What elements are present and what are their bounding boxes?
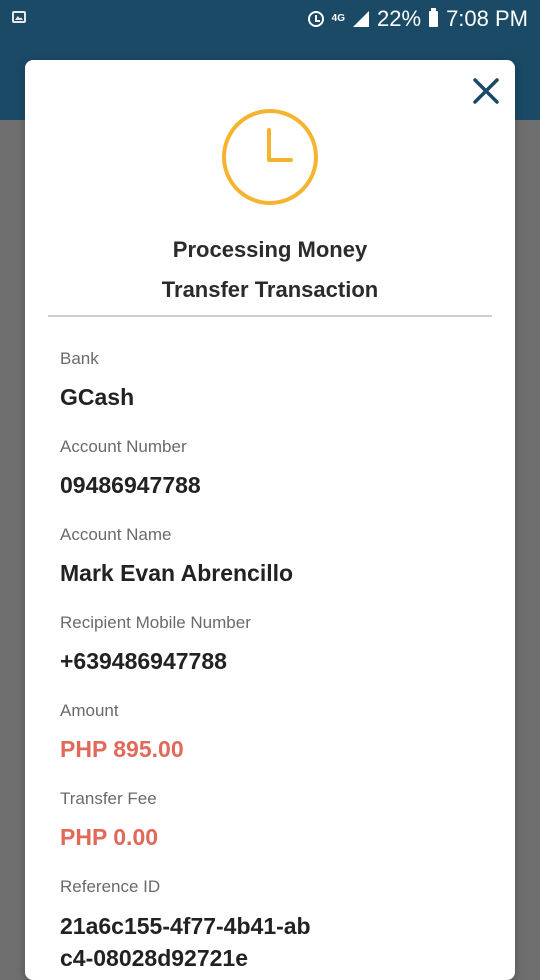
field-value: Mark Evan Abrencillo xyxy=(60,560,294,586)
field-account-name: Account Name Mark Evan Abrencillo xyxy=(60,524,293,588)
field-transfer-fee: Transfer Fee PHP 0.00 xyxy=(60,788,158,852)
reference-id-value: 21a6c155-4f77-4b41-abc4-08028d92721e xyxy=(60,913,311,971)
field-value: 09486947788 xyxy=(60,472,201,498)
transaction-modal: Processing Money Transfer Transaction Ba… xyxy=(25,60,515,980)
title-line-1: Processing Money xyxy=(172,237,368,262)
status-bar: 4G 22% 7:08 PM xyxy=(0,0,540,38)
field-label: Recipient Mobile Number xyxy=(60,613,251,632)
network-type: 4G xyxy=(331,13,346,24)
field-label: Amount xyxy=(60,701,119,720)
image-icon xyxy=(12,11,26,23)
field-label: Bank xyxy=(60,349,99,368)
fee-value: PHP 0.00 xyxy=(60,824,159,850)
field-reference-id: Reference ID 21a6c155-4f77-4b41-abc4-080… xyxy=(60,876,320,974)
field-bank: Bank GCash xyxy=(60,348,134,412)
close-icon[interactable] xyxy=(471,76,501,106)
field-amount: Amount PHP 895.00 xyxy=(60,700,184,764)
alarm-icon xyxy=(307,11,324,27)
battery-percent: 22% xyxy=(377,6,422,31)
field-value: GCash xyxy=(60,384,135,410)
title-line-2: Transfer Transaction xyxy=(161,277,379,302)
field-label: Account Name xyxy=(60,525,172,544)
clock-time: 7:08 PM xyxy=(446,6,528,31)
divider xyxy=(48,315,492,317)
field-value: +639486947788 xyxy=(60,648,227,674)
close-button[interactable] xyxy=(471,76,501,106)
amount-value: PHP 895.00 xyxy=(60,736,184,762)
modal-title: Processing Money Transfer Transaction xyxy=(25,230,515,310)
field-recipient-mobile: Recipient Mobile Number +639486947788 xyxy=(60,612,251,676)
field-label: Account Number xyxy=(60,437,187,456)
signal-icon xyxy=(353,11,370,27)
field-label: Transfer Fee xyxy=(60,789,157,808)
field-account-number: Account Number 09486947788 xyxy=(60,436,201,500)
clock-icon xyxy=(222,109,318,205)
status-indicators: 4G 22% 7:08 PM xyxy=(307,0,528,38)
battery-icon xyxy=(429,8,439,27)
field-label: Reference ID xyxy=(60,877,161,896)
